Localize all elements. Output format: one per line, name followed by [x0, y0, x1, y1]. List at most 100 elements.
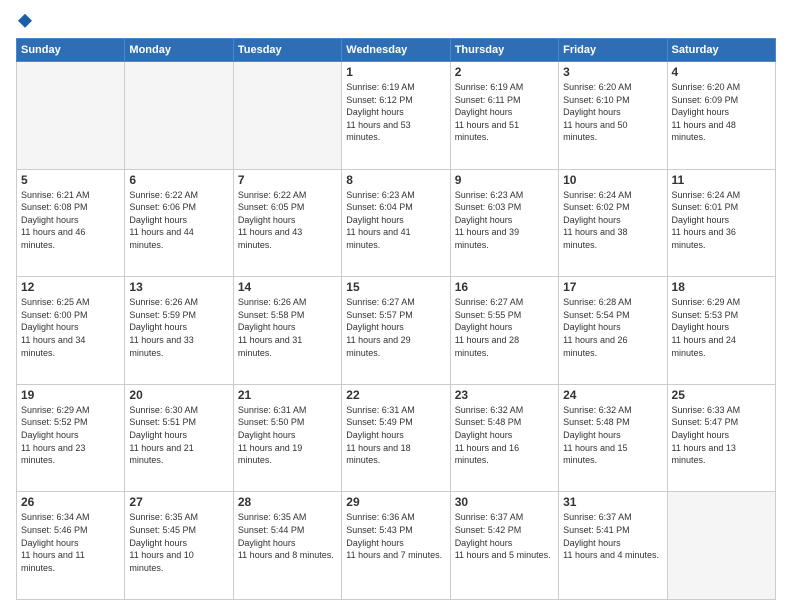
calendar-day-cell: 18Sunrise: 6:29 AMSunset: 5:53 PMDayligh…: [667, 277, 775, 385]
calendar-day-header: Wednesday: [342, 39, 450, 62]
day-number: 25: [672, 388, 771, 402]
day-number: 12: [21, 280, 120, 294]
calendar-day-cell: 12 Sunrise: 6:25 AMSunset: 6:00 PMDayligh…: [17, 277, 125, 385]
day-info: Sunrise: 6:26 AMSunset: 5:59 PMDaylight …: [129, 296, 228, 359]
header: [16, 12, 776, 30]
calendar-day-cell: 25 Sunrise: 6:33 AMSunset: 5:47 PMDayligh…: [667, 384, 775, 492]
calendar-day-header: Friday: [559, 39, 667, 62]
logo: [16, 12, 32, 30]
day-info: Sunrise: 6:31 AMSunset: 5:49 PMDaylight …: [346, 404, 445, 467]
calendar-day-cell: 5 Sunrise: 6:21 AMSunset: 6:08 PMDaylight…: [17, 169, 125, 277]
calendar-day-cell: [667, 492, 775, 600]
calendar-header-row: SundayMondayTuesdayWednesdayThursdayFrid…: [17, 39, 776, 62]
day-number: 21: [238, 388, 337, 402]
calendar-day-header: Saturday: [667, 39, 775, 62]
day-info: Sunrise: 6:33 AMSunset: 5:47 PMDaylight …: [672, 404, 771, 467]
day-info: Sunrise: 6:31 AMSunset: 5:50 PMDaylight …: [238, 404, 337, 467]
day-number: 24: [563, 388, 662, 402]
calendar-day-cell: 22 Sunrise: 6:31 AMSunset: 5:49 PMDayligh…: [342, 384, 450, 492]
day-number: 17: [563, 280, 662, 294]
calendar-week-row: 1Sunrise: 6:19 AMSunset: 6:12 PMDaylight…: [17, 62, 776, 170]
calendar-day-cell: 30 Sunrise: 6:37 AMSunset: 5:42 PMDayligh…: [450, 492, 558, 600]
day-info: Sunrise: 6:37 AMSunset: 5:42 PMDaylight …: [455, 511, 554, 561]
calendar-day-cell: 2Sunrise: 6:19 AMSunset: 6:11 PMDaylight…: [450, 62, 558, 170]
day-number: 4: [672, 65, 771, 79]
calendar-day-cell: 16Sunrise: 6:27 AMSunset: 5:55 PMDayligh…: [450, 277, 558, 385]
calendar-day-cell: 11 Sunrise: 6:24 AMSunset: 6:01 PMDayligh…: [667, 169, 775, 277]
day-info: Sunrise: 6:23 AMSunset: 6:03 PMDaylight …: [455, 189, 554, 252]
day-info: Sunrise: 6:22 AMSunset: 6:06 PMDaylight …: [129, 189, 228, 252]
day-info: Sunrise: 6:35 AMSunset: 5:44 PMDaylight …: [238, 511, 337, 561]
calendar-day-cell: [17, 62, 125, 170]
day-info: Sunrise: 6:36 AMSunset: 5:43 PMDaylight …: [346, 511, 445, 561]
day-info: Sunrise: 6:23 AMSunset: 6:04 PMDaylight …: [346, 189, 445, 252]
day-info: Sunrise: 6:24 AMSunset: 6:01 PMDaylight …: [672, 189, 771, 252]
day-info: Sunrise: 6:20 AMSunset: 6:10 PMDaylight …: [563, 81, 662, 144]
day-number: 7: [238, 173, 337, 187]
calendar-day-cell: 13 Sunrise: 6:26 AMSunset: 5:59 PMDayligh…: [125, 277, 233, 385]
day-info: Sunrise: 6:29 AMSunset: 5:52 PMDaylight …: [21, 404, 120, 467]
calendar-day-cell: 10 Sunrise: 6:24 AMSunset: 6:02 PMDayligh…: [559, 169, 667, 277]
day-number: 19: [21, 388, 120, 402]
day-number: 8: [346, 173, 445, 187]
day-info: Sunrise: 6:19 AMSunset: 6:12 PMDaylight …: [346, 81, 445, 144]
day-number: 28: [238, 495, 337, 509]
day-info: Sunrise: 6:27 AMSunset: 5:57 PMDaylight …: [346, 296, 445, 359]
calendar-day-header: Tuesday: [233, 39, 341, 62]
day-info: Sunrise: 6:27 AMSunset: 5:55 PMDaylight …: [455, 296, 554, 359]
calendar-week-row: 12 Sunrise: 6:25 AMSunset: 6:00 PMDayligh…: [17, 277, 776, 385]
day-info: Sunrise: 6:29 AMSunset: 5:53 PMDaylight …: [672, 296, 771, 359]
calendar-week-row: 19 Sunrise: 6:29 AMSunset: 5:52 PMDayligh…: [17, 384, 776, 492]
calendar-day-cell: 26Sunrise: 6:34 AMSunset: 5:46 PMDayligh…: [17, 492, 125, 600]
day-number: 20: [129, 388, 228, 402]
day-info: Sunrise: 6:32 AMSunset: 5:48 PMDaylight …: [455, 404, 554, 467]
day-info: Sunrise: 6:19 AMSunset: 6:11 PMDaylight …: [455, 81, 554, 144]
day-number: 23: [455, 388, 554, 402]
logo-diamond-icon: [18, 14, 32, 28]
calendar-day-cell: 19 Sunrise: 6:29 AMSunset: 5:52 PMDayligh…: [17, 384, 125, 492]
day-number: 9: [455, 173, 554, 187]
day-number: 14: [238, 280, 337, 294]
calendar-day-cell: 6 Sunrise: 6:22 AMSunset: 6:06 PMDaylight…: [125, 169, 233, 277]
calendar-day-cell: 7Sunrise: 6:22 AMSunset: 6:05 PMDaylight…: [233, 169, 341, 277]
day-info: Sunrise: 6:32 AMSunset: 5:48 PMDaylight …: [563, 404, 662, 467]
page: SundayMondayTuesdayWednesdayThursdayFrid…: [0, 0, 792, 612]
calendar-day-cell: 29Sunrise: 6:36 AMSunset: 5:43 PMDayligh…: [342, 492, 450, 600]
day-number: 11: [672, 173, 771, 187]
day-number: 10: [563, 173, 662, 187]
calendar-week-row: 26Sunrise: 6:34 AMSunset: 5:46 PMDayligh…: [17, 492, 776, 600]
calendar-day-cell: 21 Sunrise: 6:31 AMSunset: 5:50 PMDayligh…: [233, 384, 341, 492]
calendar-day-cell: 23 Sunrise: 6:32 AMSunset: 5:48 PMDayligh…: [450, 384, 558, 492]
calendar-day-cell: [125, 62, 233, 170]
day-info: Sunrise: 6:21 AMSunset: 6:08 PMDaylight …: [21, 189, 120, 252]
calendar-day-cell: 1Sunrise: 6:19 AMSunset: 6:12 PMDaylight…: [342, 62, 450, 170]
day-number: 30: [455, 495, 554, 509]
calendar-day-cell: 9 Sunrise: 6:23 AMSunset: 6:03 PMDaylight…: [450, 169, 558, 277]
calendar-day-cell: 28 Sunrise: 6:35 AMSunset: 5:44 PMDayligh…: [233, 492, 341, 600]
day-info: Sunrise: 6:28 AMSunset: 5:54 PMDaylight …: [563, 296, 662, 359]
calendar-day-cell: 24 Sunrise: 6:32 AMSunset: 5:48 PMDayligh…: [559, 384, 667, 492]
day-info: Sunrise: 6:35 AMSunset: 5:45 PMDaylight …: [129, 511, 228, 574]
day-info: Sunrise: 6:26 AMSunset: 5:58 PMDaylight …: [238, 296, 337, 359]
day-info: Sunrise: 6:25 AMSunset: 6:00 PMDaylight …: [21, 296, 120, 359]
day-info: Sunrise: 6:24 AMSunset: 6:02 PMDaylight …: [563, 189, 662, 252]
calendar-day-cell: 15 Sunrise: 6:27 AMSunset: 5:57 PMDayligh…: [342, 277, 450, 385]
day-number: 31: [563, 495, 662, 509]
calendar-table: SundayMondayTuesdayWednesdayThursdayFrid…: [16, 38, 776, 600]
calendar-day-cell: 14 Sunrise: 6:26 AMSunset: 5:58 PMDayligh…: [233, 277, 341, 385]
calendar-day-cell: 27Sunrise: 6:35 AMSunset: 5:45 PMDayligh…: [125, 492, 233, 600]
calendar-day-cell: 20 Sunrise: 6:30 AMSunset: 5:51 PMDayligh…: [125, 384, 233, 492]
day-number: 3: [563, 65, 662, 79]
calendar-day-header: Monday: [125, 39, 233, 62]
calendar-day-header: Sunday: [17, 39, 125, 62]
day-info: Sunrise: 6:30 AMSunset: 5:51 PMDaylight …: [129, 404, 228, 467]
day-number: 13: [129, 280, 228, 294]
day-info: Sunrise: 6:34 AMSunset: 5:46 PMDaylight …: [21, 511, 120, 574]
calendar-day-cell: [233, 62, 341, 170]
day-number: 6: [129, 173, 228, 187]
day-number: 15: [346, 280, 445, 294]
calendar-day-cell: 31Sunrise: 6:37 AMSunset: 5:41 PMDayligh…: [559, 492, 667, 600]
calendar-week-row: 5 Sunrise: 6:21 AMSunset: 6:08 PMDaylight…: [17, 169, 776, 277]
day-number: 5: [21, 173, 120, 187]
day-number: 22: [346, 388, 445, 402]
